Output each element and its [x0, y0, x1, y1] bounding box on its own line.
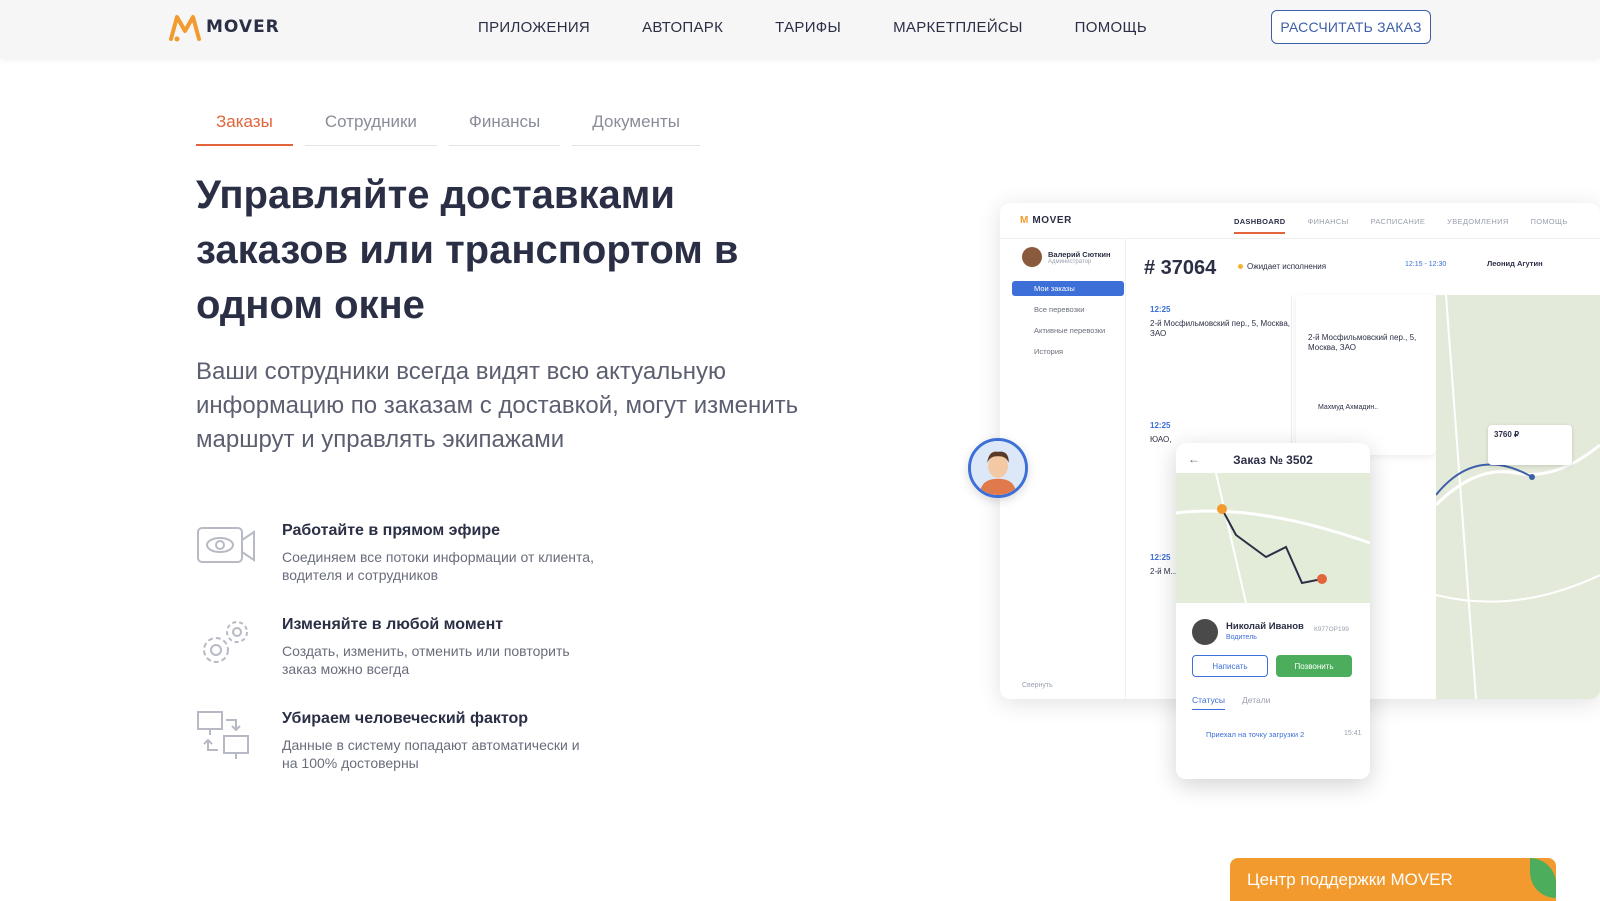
list-item-address: 2-й Мосфильмовский пер., 5, Москва, ЗАО [1150, 319, 1290, 338]
mockup-nav-notifications: УВЕДОМЛЕНИЯ [1447, 217, 1509, 226]
tab-statuses[interactable]: Статусы [1192, 695, 1225, 710]
list-item-time: 12:25 [1150, 421, 1171, 430]
feature-tabs: Заказы Сотрудники Финансы Документы [196, 112, 712, 146]
popup-route-map [1176, 473, 1370, 603]
popup-title: Заказ № 3502 [1233, 453, 1313, 467]
mockup-collapse: Свернуть [1022, 682, 1053, 689]
mockup-nav-schedule: РАСПИСАНИЕ [1370, 217, 1426, 226]
feature-title: Убираем человеческий фактор [282, 710, 529, 727]
avatar [1022, 247, 1042, 267]
tab-employees[interactable]: Сотрудники [304, 112, 437, 146]
call-button[interactable]: Позвонить [1276, 655, 1352, 677]
mockup-order-id: # 37064 [1144, 257, 1217, 279]
support-chat-button[interactable]: Центр поддержки MOVER [1230, 858, 1556, 901]
detail-driver: Махмуд Ахмадин.. [1318, 404, 1379, 411]
camera-eye-icon [197, 527, 255, 563]
feature-desc: Данные в систему попадают автоматически … [282, 737, 580, 771]
gears-icon [203, 621, 248, 663]
mockup-user: Валерий Сюткин Администратор [1022, 247, 1111, 267]
mockup-nav-finance: ФИНАНСЫ [1307, 217, 1349, 226]
logo-mark-icon [169, 15, 201, 42]
mockup-nav: DASHBOARD ФИНАНСЫ РАСПИСАНИЕ УВЕДОМЛЕНИЯ… [1234, 217, 1590, 234]
driver-role: Водитель [1226, 634, 1257, 641]
detail-address: 2-й Мосфильмовский пер., 5, Москва, ЗАО [1308, 333, 1417, 352]
person-icon [971, 441, 1025, 495]
mover-logo[interactable]: MOVER [168, 12, 280, 42]
page-title: Управляйте доставками заказов или трансп… [196, 173, 739, 327]
status-text: Приехал на точку загрузки 2 [1206, 730, 1305, 739]
mockup-header: M MOVER DASHBOARD ФИНАНСЫ РАСПИСАНИЕ УВЕ… [1000, 203, 1600, 239]
user-avatar [968, 438, 1028, 498]
feature-desc: Создать, изменить, отменить или повторит… [282, 643, 570, 677]
list-item-time: 12:25 [1150, 305, 1171, 314]
hero-lead: Ваши сотрудники всегда видят всю актуаль… [196, 358, 799, 453]
feature-title: Изменяйте в любой момент [282, 616, 504, 633]
mockup-side-all: Все перевозки [1034, 305, 1085, 314]
driver-card: Николай Иванов Водитель К977ОР199 Написа… [1176, 603, 1370, 779]
mockup-map [1436, 295, 1600, 699]
status-time: 15:41 [1344, 730, 1362, 737]
mockup-detail-panel: 2-й Мосфильмовский пер., 5, Москва, ЗАО … [1296, 295, 1436, 455]
write-button[interactable]: Написать [1192, 655, 1268, 677]
feature-title: Работайте в прямом эфире [282, 522, 501, 539]
mockup-user-role: Администратор [1048, 258, 1092, 265]
mockup-nav-dashboard: DASHBOARD [1234, 217, 1286, 234]
vehicle-plate: К977ОР199 [1314, 626, 1349, 633]
mockup-logo: M MOVER [1020, 215, 1072, 226]
mockup-nav-help: ПОМОЩЬ [1530, 217, 1568, 226]
nav-tariffs[interactable]: ТАРИФЫ [775, 19, 841, 36]
feature-live: Работайте в прямом эфире Соединяем все п… [196, 522, 596, 584]
mockup-order-time: 12:15 - 12:30 [1405, 261, 1447, 268]
driver-name: Николай Иванов [1226, 621, 1304, 632]
monitors-sync-icon [197, 711, 249, 759]
tab-documents[interactable]: Документы [572, 112, 700, 146]
tab-orders[interactable]: Заказы [196, 112, 293, 146]
logo-text: MOVER [206, 17, 280, 37]
feature-automation: Убираем человеческий фактор Данные в сис… [196, 710, 596, 772]
mockup-user-name: Валерий Сюткин [1048, 249, 1111, 259]
calculate-order-button[interactable]: РАССЧИТАТЬ ЗАКАЗ [1271, 10, 1431, 44]
avatar [1192, 619, 1218, 645]
order-popup: ← Заказ № 3502 Николай Иванов Водитель К… [1176, 443, 1370, 779]
nav-fleet[interactable]: АВТОПАРК [642, 19, 723, 36]
feature-desc: Соединяем все потоки информации от клиен… [282, 549, 594, 583]
mockup-side-my-orders: Мои заказы [1012, 281, 1124, 296]
map-price-tooltip: 3760 ₽ [1488, 425, 1572, 465]
mockup-side-history: История [1034, 347, 1064, 356]
feature-change: Изменяйте в любой момент Создать, измени… [196, 616, 596, 678]
main-nav: ПРИЛОЖЕНИЯ АВТОПАРК ТАРИФЫ МАРКЕТПЛЕЙСЫ … [478, 19, 1199, 36]
nav-apps[interactable]: ПРИЛОЖЕНИЯ [478, 19, 590, 36]
tab-finance[interactable]: Финансы [448, 112, 561, 146]
nav-marketplaces[interactable]: МАРКЕТПЛЕЙСЫ [893, 19, 1023, 36]
mockup-order-driver: Леонид Агутин [1487, 259, 1543, 268]
tab-details[interactable]: Детали [1242, 695, 1270, 705]
top-navbar: MOVER ПРИЛОЖЕНИЯ АВТОПАРК ТАРИФЫ МАРКЕТП… [0, 0, 1600, 58]
mockup-side-active: Активные перевозки [1034, 326, 1106, 335]
mockup-order-status: Ожидает исполнения [1238, 262, 1326, 271]
nav-help[interactable]: ПОМОЩЬ [1075, 19, 1147, 36]
list-item-time: 12:25 [1150, 553, 1171, 562]
